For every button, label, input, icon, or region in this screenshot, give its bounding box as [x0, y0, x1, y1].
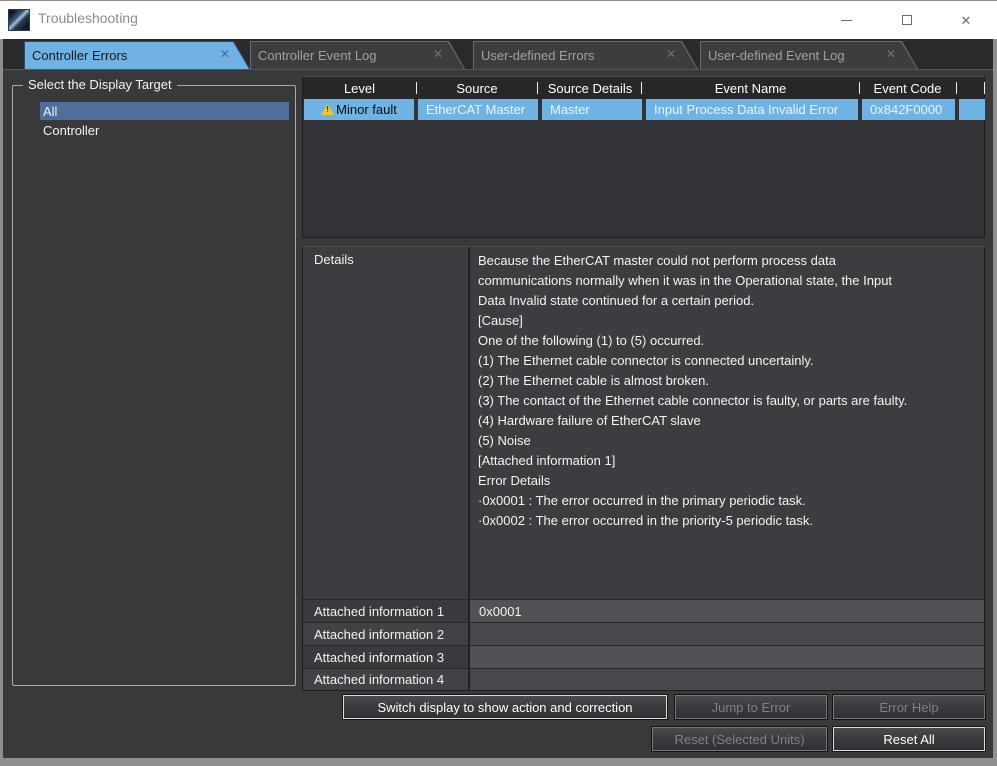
empty-cell [959, 99, 985, 120]
target-item-controller[interactable]: Controller [40, 121, 289, 139]
attached-info-label: Attached information 4 [303, 669, 468, 690]
attached-info-row: Attached information 2 [303, 622, 984, 645]
attached-info-label: Attached information 2 [303, 623, 468, 645]
details-label: Details [314, 252, 354, 267]
event-code-cell: 0x842F0000 [862, 99, 955, 120]
title-bar: Troubleshooting ✕ [0, 1, 997, 39]
close-window-button[interactable]: ✕ [944, 5, 988, 35]
tab-label: User-defined Errors [481, 48, 594, 63]
column-separator [641, 82, 642, 94]
app-icon [8, 9, 30, 31]
column-separator [859, 82, 860, 94]
details-text: Because the EtherCAT master could not pe… [478, 251, 978, 531]
list-item-label: All [43, 104, 57, 119]
groupbox-title: Select the Display Target [23, 77, 177, 92]
target-item-all[interactable]: All [40, 102, 289, 120]
column-separator [537, 82, 538, 94]
tab-label: Controller Errors [32, 48, 127, 63]
maximize-icon [902, 15, 912, 25]
column-header-event-code[interactable]: Event Code [859, 77, 956, 99]
tab-controller-event-log[interactable]: Controller Event Log ✕ [250, 41, 465, 69]
column-separator [416, 82, 417, 94]
source-details-cell: Master [542, 99, 642, 120]
tab-label: Controller Event Log [258, 48, 377, 63]
attached-info-row: Attached information 4 [303, 668, 984, 690]
tab-user-defined-event-log[interactable]: User-defined Event Log ✕ [700, 41, 918, 69]
column-separator [984, 82, 985, 94]
window-border-left [0, 39, 3, 766]
jump-to-error-button[interactable]: Jump to Error [675, 695, 827, 719]
window-title: Troubleshooting [38, 10, 138, 26]
reset-all-button[interactable]: Reset All [833, 727, 985, 751]
attached-info-value [470, 669, 984, 690]
error-help-button[interactable]: Error Help [833, 695, 985, 719]
reset-selected-units-button[interactable]: Reset (Selected Units) [652, 727, 827, 751]
attached-info-value [470, 646, 984, 668]
tab-strip: Controller Errors ✕ Controller Event Log… [0, 39, 997, 70]
tab-close-icon[interactable]: ✕ [666, 48, 676, 60]
level-cell: ! Minor fault [304, 99, 414, 120]
tab-close-icon[interactable]: ✕ [220, 48, 230, 60]
tab-controller-errors[interactable]: Controller Errors ✕ [24, 41, 250, 69]
column-header-source[interactable]: Source [416, 77, 538, 99]
table-header: Level Source Source Details Event Name E… [303, 77, 984, 99]
window-border-right [993, 39, 997, 766]
attached-info-value [470, 623, 984, 645]
level-text: Minor fault [336, 102, 397, 117]
minimize-button[interactable] [824, 5, 868, 35]
maximize-button[interactable] [885, 5, 929, 35]
troubleshooting-window: Troubleshooting ✕ Controller Errors ✕ Co… [0, 0, 997, 766]
attached-info-row: Attached information 3 [303, 645, 984, 668]
details-panel: Details Because the EtherCAT master coul… [302, 246, 985, 691]
attached-info-value: 0x0001 [470, 600, 984, 622]
warning-icon: ! [321, 104, 334, 115]
switch-display-button[interactable]: Switch display to show action and correc… [343, 695, 667, 719]
column-header-event-name[interactable]: Event Name [642, 77, 859, 99]
attached-info-row: Attached information 1 0x0001 [303, 599, 984, 622]
display-target-groupbox: Select the Display Target All Controller [12, 85, 296, 686]
column-header-source-details[interactable]: Source Details [538, 77, 642, 99]
list-item-label: Controller [43, 123, 99, 138]
window-border-bottom [0, 758, 997, 766]
attached-info-label: Attached information 3 [303, 646, 468, 668]
error-row-selected[interactable]: ! Minor fault EtherCAT Master Master Inp… [304, 99, 985, 120]
column-header-level[interactable]: Level [303, 77, 416, 99]
tab-label: User-defined Event Log [708, 48, 845, 63]
minimize-icon [841, 20, 852, 21]
source-cell: EtherCAT Master [418, 99, 538, 120]
close-icon: ✕ [961, 14, 972, 27]
tab-close-icon[interactable]: ✕ [433, 48, 443, 60]
tab-close-icon[interactable]: ✕ [886, 48, 896, 60]
tab-user-defined-errors[interactable]: User-defined Errors ✕ [473, 41, 698, 69]
error-table: Level Source Source Details Event Name E… [302, 76, 985, 238]
event-name-cell: Input Process Data Invalid Error [646, 99, 858, 120]
attached-info-label: Attached information 1 [303, 600, 468, 622]
column-separator [956, 82, 957, 94]
